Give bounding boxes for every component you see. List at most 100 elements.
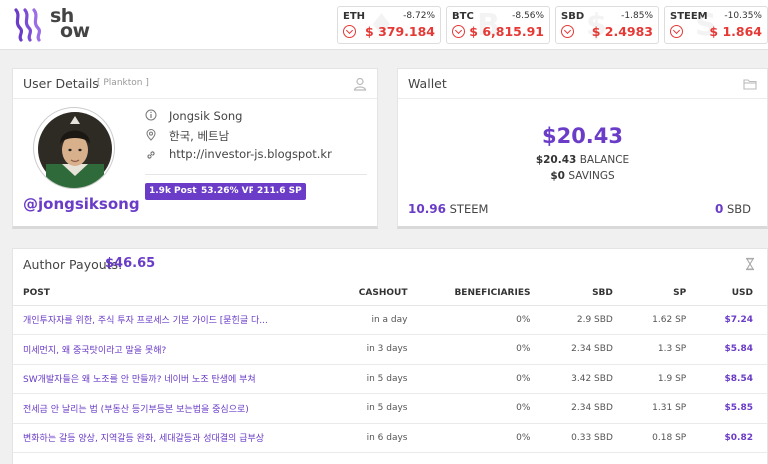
ticker-symbol: STEEM xyxy=(670,11,708,22)
site-logo[interactable]: sh ow xyxy=(12,5,102,42)
sbd-cell: 2.34 SBD xyxy=(544,334,627,365)
usd-cell: $0.82 xyxy=(700,423,767,453)
ticker-eth[interactable]: ♦ ETH -8.72% $ 379.184 xyxy=(337,6,441,44)
cashout-cell: in 5 days xyxy=(330,364,422,394)
usd-cell: $7.24 xyxy=(700,305,767,335)
balance-value: $20.43 xyxy=(535,154,577,166)
cashout-cell: in 3 days xyxy=(330,334,422,365)
column-header-post[interactable]: POST xyxy=(13,281,331,306)
post-link[interactable]: 미세먼지, 왜 중국탓이라고 말을 못해? xyxy=(13,334,331,365)
steem-logo-icon xyxy=(14,8,42,42)
ticker-symbol: ETH xyxy=(343,11,366,22)
balance-row: $20.43 BALANCE xyxy=(398,154,767,166)
hourglass-icon xyxy=(746,257,754,271)
wallet-card: Wallet $20.43 $20.43 BALANCE $0 SAVINGS … xyxy=(397,68,768,229)
beneficiaries-cell: 0% xyxy=(421,305,545,335)
sp-cell: 1.9 SP xyxy=(626,364,701,394)
beneficiaries-cell: 0% xyxy=(421,423,545,453)
rank-label: [ Plankton ] xyxy=(97,78,149,88)
ticker-change: -8.56% xyxy=(512,11,544,21)
down-arrow-icon xyxy=(343,25,356,38)
sp-badge: 211.6 SP xyxy=(253,183,306,200)
author-payouts-card: Author Payouts: $46.65 POST CASHOUT BENE… xyxy=(12,248,768,464)
savings-row: $0 SAVINGS xyxy=(398,170,767,182)
ticker-symbol: SBD xyxy=(561,11,585,22)
post-link[interactable]: 개인투자자를 위한, 주식 투자 프로세스 기본 가이드 [묻힌글 다... xyxy=(13,305,331,335)
ticker-price: $ 6,815.91 xyxy=(469,24,544,39)
user-details-card: User Details [ Plankton ] @jongsiksong J… xyxy=(12,68,378,229)
ticker-sbd[interactable]: $ SBD -1.85% $ 2.4983 xyxy=(555,6,659,44)
steem-label: STEEM xyxy=(449,202,489,216)
user-name: Jongsik Song xyxy=(169,109,243,123)
steem-value: 10.96 xyxy=(408,202,446,216)
column-header-cashout[interactable]: CASHOUT xyxy=(330,281,422,306)
steem-balance: 10.96 STEEM xyxy=(408,202,488,216)
card-header: Wallet xyxy=(398,69,767,99)
wallet-total: $20.43 xyxy=(541,124,624,148)
table-row: 전세금 안 날리는 법 (부동산 등기부등본 보는법을 중심으로) in 5 d… xyxy=(13,393,767,424)
sp-cell: 1.3 SP xyxy=(626,334,701,365)
down-arrow-icon xyxy=(452,25,465,38)
column-header-usd[interactable]: USD xyxy=(700,281,767,306)
card-title: Wallet xyxy=(408,76,447,91)
folder-icon xyxy=(743,79,757,90)
table-row: 미세먼지, 왜 중국탓이라고 말을 못해? in 3 days 0% 2.34 … xyxy=(13,334,767,365)
savings-value: $0 xyxy=(550,170,565,182)
sbd-cell: 2.34 SBD xyxy=(544,393,627,424)
divider xyxy=(145,174,367,175)
sp-cell: 1.62 SP xyxy=(626,305,701,335)
beneficiaries-cell: 0% xyxy=(421,393,545,424)
ticker-steem[interactable]: S STEEM -10.35% $ 1.864 xyxy=(664,6,768,44)
cashout-cell: in a day xyxy=(330,305,422,335)
post-link[interactable]: 전세금 안 날리는 법 (부동산 등기부등본 보는법을 중심으로) xyxy=(13,393,331,424)
down-arrow-icon xyxy=(561,25,574,38)
sbd-balance: 0 SBD xyxy=(715,202,751,216)
avatar[interactable] xyxy=(33,107,115,189)
table-header-row: POST CASHOUT BENEFICIARIES SBD SP USD xyxy=(13,281,767,306)
sbd-value: 0 xyxy=(714,202,724,216)
user-website-link[interactable]: http://investor-js.blogspot.kr xyxy=(169,147,332,161)
beneficiaries-cell: 0% xyxy=(421,334,545,365)
payouts-amount: $46.65 xyxy=(105,256,156,271)
ticker-price: $ 1.864 xyxy=(709,24,762,39)
user-handle[interactable]: @jongsiksong xyxy=(23,195,140,213)
sp-cell: 0.18 SP xyxy=(626,423,701,453)
vp-badge: 53.26% VP xyxy=(197,183,260,200)
savings-label: SAVINGS xyxy=(568,170,615,182)
sbd-cell: 3.42 SBD xyxy=(544,364,627,394)
location-pin-icon xyxy=(146,129,156,141)
down-arrow-icon xyxy=(670,25,683,38)
ticker-btc[interactable]: B BTC -8.56% $ 6,815.91 xyxy=(446,6,550,44)
column-header-beneficiaries[interactable]: BENEFICIARIES xyxy=(421,281,545,306)
sbd-cell: 0.33 SBD xyxy=(544,423,627,453)
post-link[interactable]: 변화하는 갈등 양상, 지역갈등 완화, 세대갈등과 성대결의 급부상 xyxy=(13,423,331,453)
card-header: Author Payouts: $46.65 xyxy=(13,249,767,279)
payouts-table: POST CASHOUT BENEFICIARIES SBD SP USD 개인… xyxy=(13,281,767,453)
cashout-cell: in 5 days xyxy=(330,393,422,424)
sp-cell: 1.31 SP xyxy=(626,393,701,424)
post-link[interactable]: SW개발자들은 왜 노조를 안 만들까? 네이버 노조 탄생에 부쳐 xyxy=(13,364,331,394)
cashout-cell: in 6 days xyxy=(330,423,422,453)
link-icon xyxy=(147,151,155,159)
ticker-price: $ 2.4983 xyxy=(591,24,653,39)
top-bar: sh ow ♦ ETH -8.72% $ 379.184 B BTC -8.56… xyxy=(0,0,768,50)
table-row: 개인투자자를 위한, 주식 투자 프로세스 기본 가이드 [묻힌글 다... i… xyxy=(13,305,767,335)
table-row: 변화하는 갈등 양상, 지역갈등 완화, 세대갈등과 성대결의 급부상 in 6… xyxy=(13,423,767,453)
sbd-cell: 2.9 SBD xyxy=(544,305,627,335)
ticker-price: $ 379.184 xyxy=(365,24,435,39)
brand-wordmark: sh ow xyxy=(50,5,90,42)
ticker-symbol: BTC xyxy=(452,11,474,22)
column-header-sp[interactable]: SP xyxy=(626,281,701,306)
user-location: 한국, 베트남 xyxy=(169,129,230,143)
ticker-change: -1.85% xyxy=(621,11,653,21)
user-icon xyxy=(353,77,367,91)
table-row: SW개발자들은 왜 노조를 안 만들까? 네이버 노조 탄생에 부쳐 in 5 … xyxy=(13,364,767,394)
card-header: User Details [ Plankton ] xyxy=(13,69,377,99)
card-title: User Details xyxy=(23,76,99,91)
ticker-change: -10.35% xyxy=(724,11,762,21)
info-icon xyxy=(145,109,157,121)
column-header-sbd[interactable]: SBD xyxy=(544,281,627,306)
beneficiaries-cell: 0% xyxy=(421,364,545,394)
balance-label: BALANCE xyxy=(579,154,630,166)
sbd-label: SBD xyxy=(726,202,751,216)
